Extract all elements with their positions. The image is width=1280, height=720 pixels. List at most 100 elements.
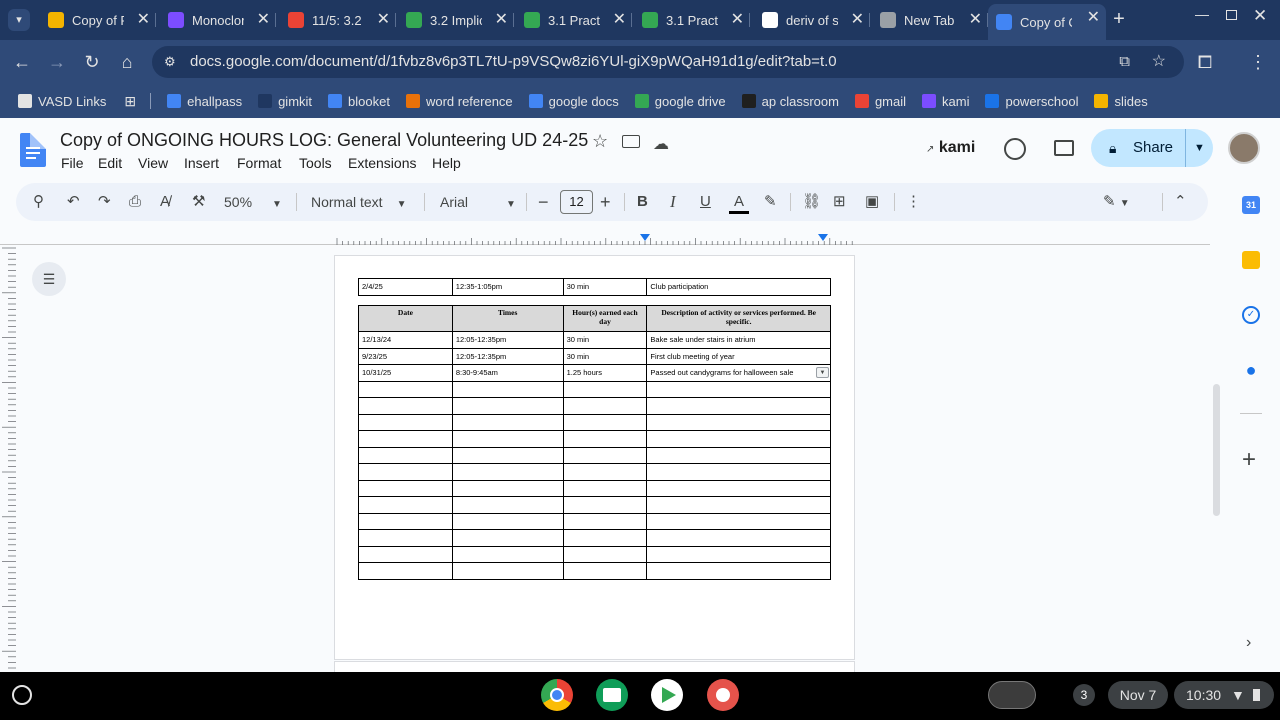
get-addons-icon[interactable]: + bbox=[1242, 446, 1256, 474]
table-cell[interactable] bbox=[646, 496, 831, 514]
forward-button[interactable]: → bbox=[45, 50, 69, 74]
document-title[interactable]: Copy of ONGOING HOURS LOG: General Volun… bbox=[60, 130, 588, 151]
table-cell[interactable] bbox=[646, 479, 831, 497]
bookmark-7[interactable]: google drive bbox=[634, 94, 726, 109]
menu-insert[interactable]: Insert bbox=[184, 155, 219, 171]
avatar[interactable] bbox=[1228, 132, 1260, 164]
table-cell[interactable]: 12:05-12:35pm bbox=[451, 331, 564, 349]
kami-button[interactable]: ↗ kami bbox=[926, 139, 975, 157]
column-header[interactable]: Times bbox=[451, 305, 564, 332]
italic-button[interactable]: I bbox=[670, 192, 676, 212]
tab-7[interactable]: deriv of s ✕ bbox=[754, 6, 870, 34]
bookmark-3[interactable]: gimkit bbox=[258, 94, 312, 109]
tab-2[interactable]: Monoclor ✕ bbox=[160, 6, 276, 34]
tab-5[interactable]: 3.1 Pract ✕ bbox=[516, 6, 632, 34]
table-cell[interactable] bbox=[562, 380, 648, 398]
table-cell[interactable] bbox=[646, 380, 831, 398]
zoom-select[interactable]: 50% ▼ bbox=[224, 192, 282, 215]
column-header[interactable]: Description of activity or services perf… bbox=[646, 305, 831, 332]
table-cell[interactable] bbox=[451, 496, 564, 514]
tab-8[interactable]: New Tab ✕ bbox=[872, 6, 988, 34]
canvas-app-icon[interactable] bbox=[707, 679, 739, 711]
keep-icon[interactable] bbox=[1242, 251, 1260, 269]
table-cell[interactable]: Club participation bbox=[646, 278, 831, 296]
table-cell[interactable]: Passed out candygrams for halloween sale bbox=[646, 364, 831, 382]
table-cell[interactable] bbox=[562, 562, 648, 580]
font-size-input[interactable]: 12 bbox=[560, 190, 593, 214]
close-tab-icon[interactable]: ✕ bbox=[969, 11, 982, 29]
table-cell[interactable]: Bake sale under stairs in atrium bbox=[646, 331, 831, 349]
table-cell[interactable]: 12:05-12:35pm bbox=[451, 347, 564, 365]
highlight-icon[interactable]: ✎ bbox=[764, 192, 777, 212]
editing-mode-icon[interactable]: ✎ ▼ bbox=[1103, 192, 1130, 214]
table-cell[interactable] bbox=[358, 397, 453, 415]
date-pill[interactable]: Nov 7 bbox=[1108, 681, 1168, 709]
bookmark-10[interactable]: kami bbox=[922, 94, 969, 109]
print-icon[interactable]: ⎙ bbox=[129, 192, 141, 212]
table-cell[interactable] bbox=[358, 413, 453, 431]
table-cell[interactable] bbox=[646, 430, 831, 448]
share-dropdown-icon[interactable]: ▼ bbox=[1185, 129, 1213, 167]
share-button[interactable]: 🔒︎ Share ▼ bbox=[1091, 129, 1213, 167]
table-cell[interactable] bbox=[358, 529, 453, 547]
comments-icon[interactable] bbox=[1054, 140, 1074, 156]
bookmark-8[interactable]: ap classroom bbox=[741, 94, 839, 109]
restore-icon[interactable] bbox=[1226, 10, 1237, 20]
close-tab-icon[interactable]: ✕ bbox=[377, 11, 390, 29]
back-button[interactable]: ← bbox=[10, 50, 34, 74]
contacts-icon[interactable]: ● bbox=[1242, 361, 1260, 379]
paragraph-style-select[interactable]: Normal text ▼ bbox=[311, 192, 406, 215]
table-cell[interactable] bbox=[451, 430, 564, 448]
menu-view[interactable]: View bbox=[138, 155, 168, 171]
tab-4[interactable]: 3.2 Implic ✕ bbox=[398, 6, 514, 34]
menu-file[interactable]: File bbox=[61, 155, 84, 171]
bold-button[interactable]: B bbox=[637, 192, 648, 212]
more-menu-icon[interactable]: ⋮ bbox=[1246, 50, 1270, 74]
menu-edit[interactable]: Edit bbox=[98, 155, 122, 171]
close-tab-icon[interactable]: ✕ bbox=[1087, 9, 1100, 27]
bookmark-6[interactable]: google docs bbox=[528, 94, 619, 109]
table-cell[interactable] bbox=[646, 545, 831, 563]
minimize-icon[interactable]: — bbox=[1195, 6, 1209, 22]
cloud-saved-icon[interactable]: ☁ bbox=[653, 134, 669, 154]
table-cell[interactable] bbox=[451, 413, 564, 431]
paint-format-icon[interactable]: ⚒ bbox=[192, 192, 205, 212]
close-tab-icon[interactable]: ✕ bbox=[613, 11, 626, 29]
table-cell[interactable] bbox=[562, 529, 648, 547]
status-area[interactable]: 10:30 ▼ bbox=[1174, 681, 1274, 709]
table-cell[interactable] bbox=[562, 463, 648, 481]
table-cell[interactable] bbox=[562, 512, 648, 530]
bookmark-1[interactable]: VASD Links ⊞ bbox=[18, 93, 152, 110]
table-cell[interactable] bbox=[562, 496, 648, 514]
insert-image-icon[interactable]: ▣ bbox=[865, 192, 879, 212]
version-history-icon[interactable] bbox=[1004, 138, 1026, 160]
table-cell[interactable]: 10/31/25 bbox=[358, 364, 453, 382]
tote-icon[interactable] bbox=[988, 681, 1036, 709]
table-cell[interactable]: First club meeting of year bbox=[646, 347, 831, 365]
reload-button[interactable]: ↻ bbox=[80, 50, 104, 74]
table-cell[interactable] bbox=[646, 397, 831, 415]
close-tab-icon[interactable]: ✕ bbox=[851, 11, 864, 29]
increase-font-size-icon[interactable]: + bbox=[600, 192, 611, 212]
cell-dropdown-icon[interactable]: ▼ bbox=[816, 367, 829, 378]
chrome-app-icon[interactable] bbox=[541, 679, 573, 711]
table-cell[interactable]: 12:35-1:05pm bbox=[451, 278, 564, 296]
table-cell[interactable]: 1.25 hours bbox=[562, 364, 648, 382]
launcher-button[interactable] bbox=[12, 685, 32, 705]
bookmark-2[interactable]: ehallpass bbox=[167, 94, 242, 109]
close-window-icon[interactable]: ✕ bbox=[1253, 6, 1267, 26]
table-cell[interactable] bbox=[358, 446, 453, 464]
table-cell[interactable] bbox=[646, 413, 831, 431]
calendar-icon[interactable]: 31 bbox=[1242, 196, 1260, 214]
redo-icon[interactable]: ↷ bbox=[98, 192, 111, 212]
extensions-icon[interactable]: ⧠ bbox=[1193, 50, 1217, 74]
collapse-side-panel-icon[interactable]: › bbox=[1246, 634, 1251, 652]
table-cell[interactable]: 12/13/24 bbox=[358, 331, 453, 349]
install-app-icon[interactable]: ⧉ bbox=[1119, 46, 1130, 78]
column-header[interactable]: Date bbox=[358, 305, 453, 332]
table-cell[interactable] bbox=[451, 463, 564, 481]
text-color-icon[interactable]: A bbox=[729, 192, 749, 214]
close-tab-icon[interactable]: ✕ bbox=[257, 11, 270, 29]
column-header[interactable]: Hour(s) earned each day bbox=[562, 305, 648, 332]
address-bar[interactable]: ⚙ docs.google.com/document/d/1fvbz8v6p3T… bbox=[152, 46, 1184, 78]
